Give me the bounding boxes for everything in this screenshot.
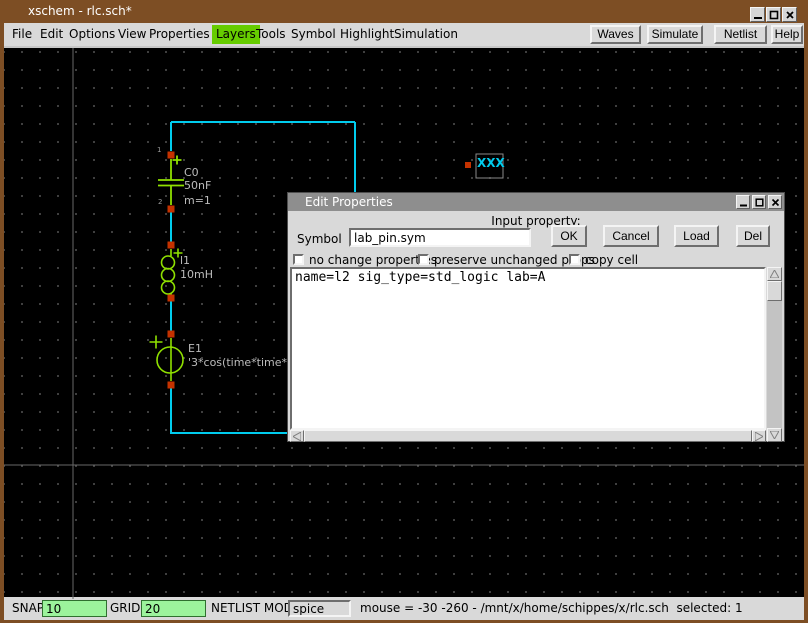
arrow-left-icon [293,432,301,441]
close-icon [771,198,780,207]
capacitor-value-label[interactable]: 50nF [184,179,211,192]
arrow-up-icon [770,270,779,278]
pin-net-label[interactable]: XXX [477,156,504,170]
capacitor-pin1-number: 1 [157,146,161,154]
netlist-button[interactable]: Netlist [714,25,767,44]
menu-item-options[interactable]: Options [65,25,119,44]
source-symbol[interactable] [150,336,184,382]
scroll-up-button[interactable] [767,267,782,281]
arrow-right-icon [755,432,763,441]
menu-item-simulation[interactable]: Simulation [390,25,462,44]
window-titlebar[interactable]: xschem - rlc.sch* [0,0,808,23]
copy-cell-label[interactable]: copy cell [585,253,638,267]
load-button[interactable]: Load [674,225,719,247]
capacitor-param-label[interactable]: m=1 [184,194,211,207]
minimize-icon [739,198,748,207]
dialog-close-button[interactable] [768,195,782,209]
menu-item-tools[interactable]: Tools [252,25,290,44]
dialog-maximize-button[interactable] [752,195,766,209]
maximize-icon [769,10,779,20]
capacitor-name-label[interactable]: C0 [184,166,199,179]
menu-item-highlight[interactable]: Highlight [336,25,398,44]
scroll-left-button[interactable] [290,430,304,442]
window-title: xschem - rlc.sch* [28,4,132,18]
edit-properties-dialog: Edit Properties Input property: Symbol O… [287,192,785,442]
schematic-canvas[interactable]: 1 2 C0 50nF m=1 l1 10mH E1 '3*cos(time*t… [4,46,804,597]
inductor-value-label[interactable]: 10mH [180,268,213,281]
simulate-button[interactable]: Simulate [647,25,703,44]
mouse-status-text: mouse = -30 -260 - /mnt/x/home/schippes/… [360,601,743,615]
menu-item-edit[interactable]: Edit [36,25,67,44]
scroll-down-button[interactable] [767,428,782,442]
minimize-icon [753,10,763,20]
vertical-scroll-thumb[interactable] [767,281,782,301]
grid-input[interactable] [141,600,206,617]
del-button[interactable]: Del [736,225,770,247]
property-text-area[interactable]: name=l2 sig_type=std_logic lab=A [290,267,766,430]
horizontal-scroll-thumb[interactable] [304,430,752,442]
horizontal-scrollbar[interactable] [290,430,766,442]
no-change-properties-checkbox[interactable] [293,254,304,265]
scroll-right-button[interactable] [752,430,766,442]
help-button[interactable]: Help [771,25,803,44]
maximize-icon [755,198,764,207]
menu-item-symbol[interactable]: Symbol [287,25,340,44]
arrow-down-icon [770,431,779,439]
menu-item-properties[interactable]: Properties [145,25,214,44]
inductor-name-label[interactable]: l1 [180,254,190,267]
grid-label: GRID: [110,601,144,615]
dialog-minimize-button[interactable] [736,195,750,209]
capacitor-pin2-number: 2 [158,198,162,206]
window-minimize-button[interactable] [750,7,765,22]
cancel-button[interactable]: Cancel [603,225,659,247]
menubar: File Edit Options View Properties Layers… [4,23,804,46]
ok-button[interactable]: OK [551,225,587,247]
preserve-unchanged-props-checkbox[interactable] [418,254,429,265]
close-icon [785,10,795,20]
dialog-title: Edit Properties [305,195,393,209]
checkbox-row: no change properties preserve unchanged … [288,252,784,268]
xschem-window: xschem - rlc.sch* File Edit Options View… [0,0,808,623]
symbol-label: Symbol [297,232,342,246]
copy-cell-checkbox[interactable] [569,254,580,265]
menu-item-file[interactable]: File [8,25,36,44]
snap-input[interactable] [42,600,107,617]
window-close-button[interactable] [782,7,797,22]
vertical-scrollbar[interactable] [767,267,782,442]
source-name-label[interactable]: E1 [188,342,202,355]
dialog-titlebar[interactable]: Edit Properties [288,193,784,211]
statusbar: SNAP: GRID: NETLIST MODE: mouse = -30 -2… [4,597,804,620]
waves-button[interactable]: Waves [590,25,641,44]
netlist-mode-input[interactable] [288,600,351,617]
window-maximize-button[interactable] [766,7,781,22]
symbol-input[interactable] [349,228,531,247]
